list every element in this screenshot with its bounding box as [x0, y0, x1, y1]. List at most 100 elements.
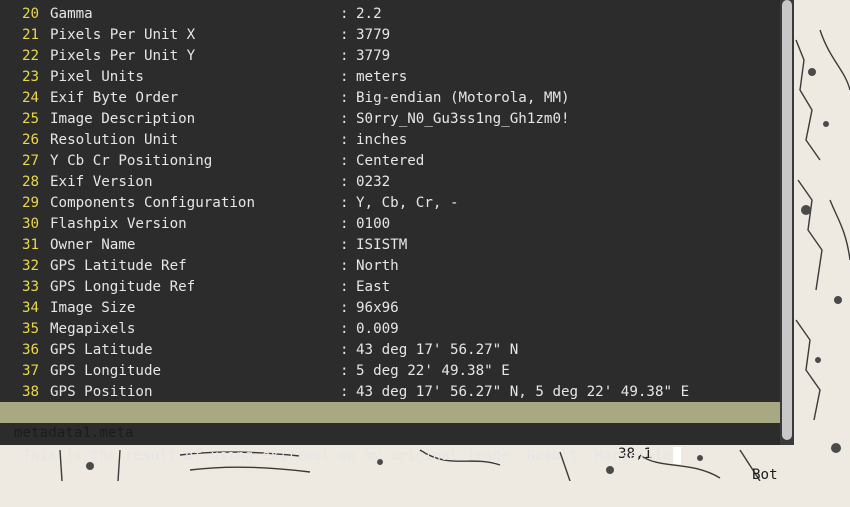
editor-line: 30 Flashpix Version:0100 — [0, 214, 780, 235]
text-cursor — [672, 446, 681, 464]
metadata-value: East — [356, 279, 391, 295]
metadata-separator: : — [340, 69, 349, 85]
metadata-separator: : — [340, 342, 349, 358]
metadata-separator: : — [340, 216, 349, 232]
editor-line: 28 Exif Version:0232 — [0, 172, 780, 193]
metadata-separator: : — [340, 90, 349, 106]
editor-buffer[interactable]: 20 Gamma:2.2 21 Pixels Per Unit X:3779 22 Pix… — [0, 0, 780, 402]
editor-line: 23 Pixel Units: meters — [0, 67, 780, 88]
line-number: 22 — [22, 48, 40, 64]
metadata-key: Megapixels — [50, 321, 136, 337]
editor-line: 21 Pixels Per Unit X:3779 — [0, 25, 780, 46]
metadata-separator: : — [340, 384, 349, 400]
metadata-key: Y Cb Cr Positioning — [50, 153, 213, 169]
metadata-key: Pixels Per Unit Y — [50, 48, 196, 64]
editor-line: 29 Components Configuration: Y, Cb, Cr, - — [0, 193, 780, 214]
status-scroll-indicator: Bot — [752, 467, 778, 483]
editor-line: 35 Megapixels:0.009 — [0, 319, 780, 340]
metadata-separator: : — [340, 132, 349, 148]
metadata-separator: : — [340, 237, 349, 253]
line-number: 32 — [22, 258, 40, 274]
metadata-separator: : — [340, 174, 349, 190]
line-number: 36 — [22, 342, 40, 358]
line-number: 20 — [22, 6, 40, 22]
line-number: 37 — [22, 363, 40, 379]
metadata-key: GPS Longitude Ref — [50, 279, 196, 295]
metadata-separator: : — [340, 27, 349, 43]
metadata-value: meters — [356, 69, 408, 85]
metadata-value: Centered — [356, 153, 425, 169]
metadata-key: Gamma — [50, 6, 93, 22]
metadata-value: 5 deg 22' 49.38" E — [356, 363, 510, 379]
editor-line: 36 GPS Latitude:43 deg 17' 56.27" N — [0, 340, 780, 361]
editor-line: 22 Pixels Per Unit Y:3779 — [0, 46, 780, 67]
editor-line: 26 Resolution Unit: inches — [0, 130, 780, 151]
editor-line: 38 GPS Position:43 deg 17' 56.27" N, 5 de… — [0, 382, 780, 402]
metadata-value: ISISTM — [356, 237, 408, 253]
metadata-value: Y, Cb, Cr, - — [356, 195, 459, 211]
line-number: 29 — [22, 195, 40, 211]
line-number: 31 — [22, 237, 40, 253]
metadata-key: Pixel Units — [50, 69, 144, 85]
metadata-value: 43 deg 17' 56.27" N, 5 deg 22' 49.38" E — [356, 384, 690, 400]
metadata-separator: : — [340, 6, 349, 22]
line-number: 35 — [22, 321, 40, 337]
metadata-separator: : — [340, 279, 349, 295]
line-number: 38 — [22, 384, 40, 400]
editor-line: 24 Exif Byte Order: Big-endian (Motorola, … — [0, 88, 780, 109]
metadata-value: inches — [356, 132, 408, 148]
metadata-separator: : — [340, 321, 349, 337]
metadata-value: S0rry_N0_Gu3ss1ng_Gh1zm0! — [356, 111, 570, 127]
metadata-separator: : — [340, 300, 349, 316]
metadata-value: 0232 — [356, 174, 391, 190]
editor-line: 33 GPS Longitude Ref: East — [0, 277, 780, 298]
line-number: 34 — [22, 300, 40, 316]
metadata-key: Exif Version — [50, 174, 153, 190]
metadata-value: 0.009 — [356, 321, 399, 337]
metadata-separator: : — [340, 153, 349, 169]
metadata-key: GPS Longitude — [50, 363, 162, 379]
scrollbar[interactable] — [780, 0, 794, 445]
editor-line: 20 Gamma:2.2 — [0, 4, 780, 25]
metadata-separator: : — [340, 48, 349, 64]
metadata-separator: : — [340, 363, 349, 379]
editor-line: 27 Y Cb Cr Positioning: Centered — [0, 151, 780, 172]
editor-line: 37 GPS Longitude:5 deg 22' 49.38" E — [0, 361, 780, 382]
metadata-key: GPS Position — [50, 384, 153, 400]
terminal-window[interactable]: 20 Gamma:2.2 21 Pixels Per Unit X:3779 22 Pix… — [0, 0, 780, 483]
metadata-key: Exif Byte Order — [50, 90, 179, 106]
line-number: 26 — [22, 132, 40, 148]
metadata-value: Big-endian (Motorola, MM) — [356, 90, 570, 106]
metadata-key: Flashpix Version — [50, 216, 187, 232]
line-number: 30 — [22, 216, 40, 232]
metadata-key: Pixels Per Unit X — [50, 27, 196, 43]
metadata-key: GPS Latitude — [50, 342, 153, 358]
metadata-key: Resolution Unit — [50, 132, 179, 148]
metadata-separator: : — [340, 258, 349, 274]
metadata-key: Owner Name — [50, 237, 136, 253]
metadata-key: GPS Latitude Ref — [50, 258, 187, 274]
metadata-value: 2.2 — [356, 6, 382, 22]
editor-line: 31 Owner Name: ISISTM — [0, 235, 780, 256]
line-number: 21 — [22, 27, 40, 43]
line-number: 24 — [22, 90, 40, 106]
command-text: :This is the result of using exiftool on… — [14, 448, 672, 464]
metadata-value: 96x96 — [356, 300, 399, 316]
line-number: 28 — [22, 174, 40, 190]
metadata-separator: : — [340, 195, 349, 211]
line-number: 27 — [22, 153, 40, 169]
scrollbar-thumb[interactable] — [782, 0, 792, 440]
metadata-value: North — [356, 258, 399, 274]
metadata-value: 43 deg 17' 56.27" N — [356, 342, 519, 358]
metadata-value: 3779 — [356, 48, 391, 64]
metadata-key: Image Description — [50, 111, 196, 127]
line-number: 33 — [22, 279, 40, 295]
line-number: 23 — [22, 69, 40, 85]
metadata-value: 3779 — [356, 27, 391, 43]
command-line[interactable]: :This is the result of using exiftool on… — [0, 423, 780, 464]
editor-line: 25 Image Description: S0rry_N0_Gu3ss1ng_Gh… — [0, 109, 780, 130]
line-number: 25 — [22, 111, 40, 127]
status-bar: metadata1.meta 38,1 Bot — [0, 402, 780, 483]
metadata-value: 0100 — [356, 216, 391, 232]
metadata-key: Components Configuration — [50, 195, 255, 211]
